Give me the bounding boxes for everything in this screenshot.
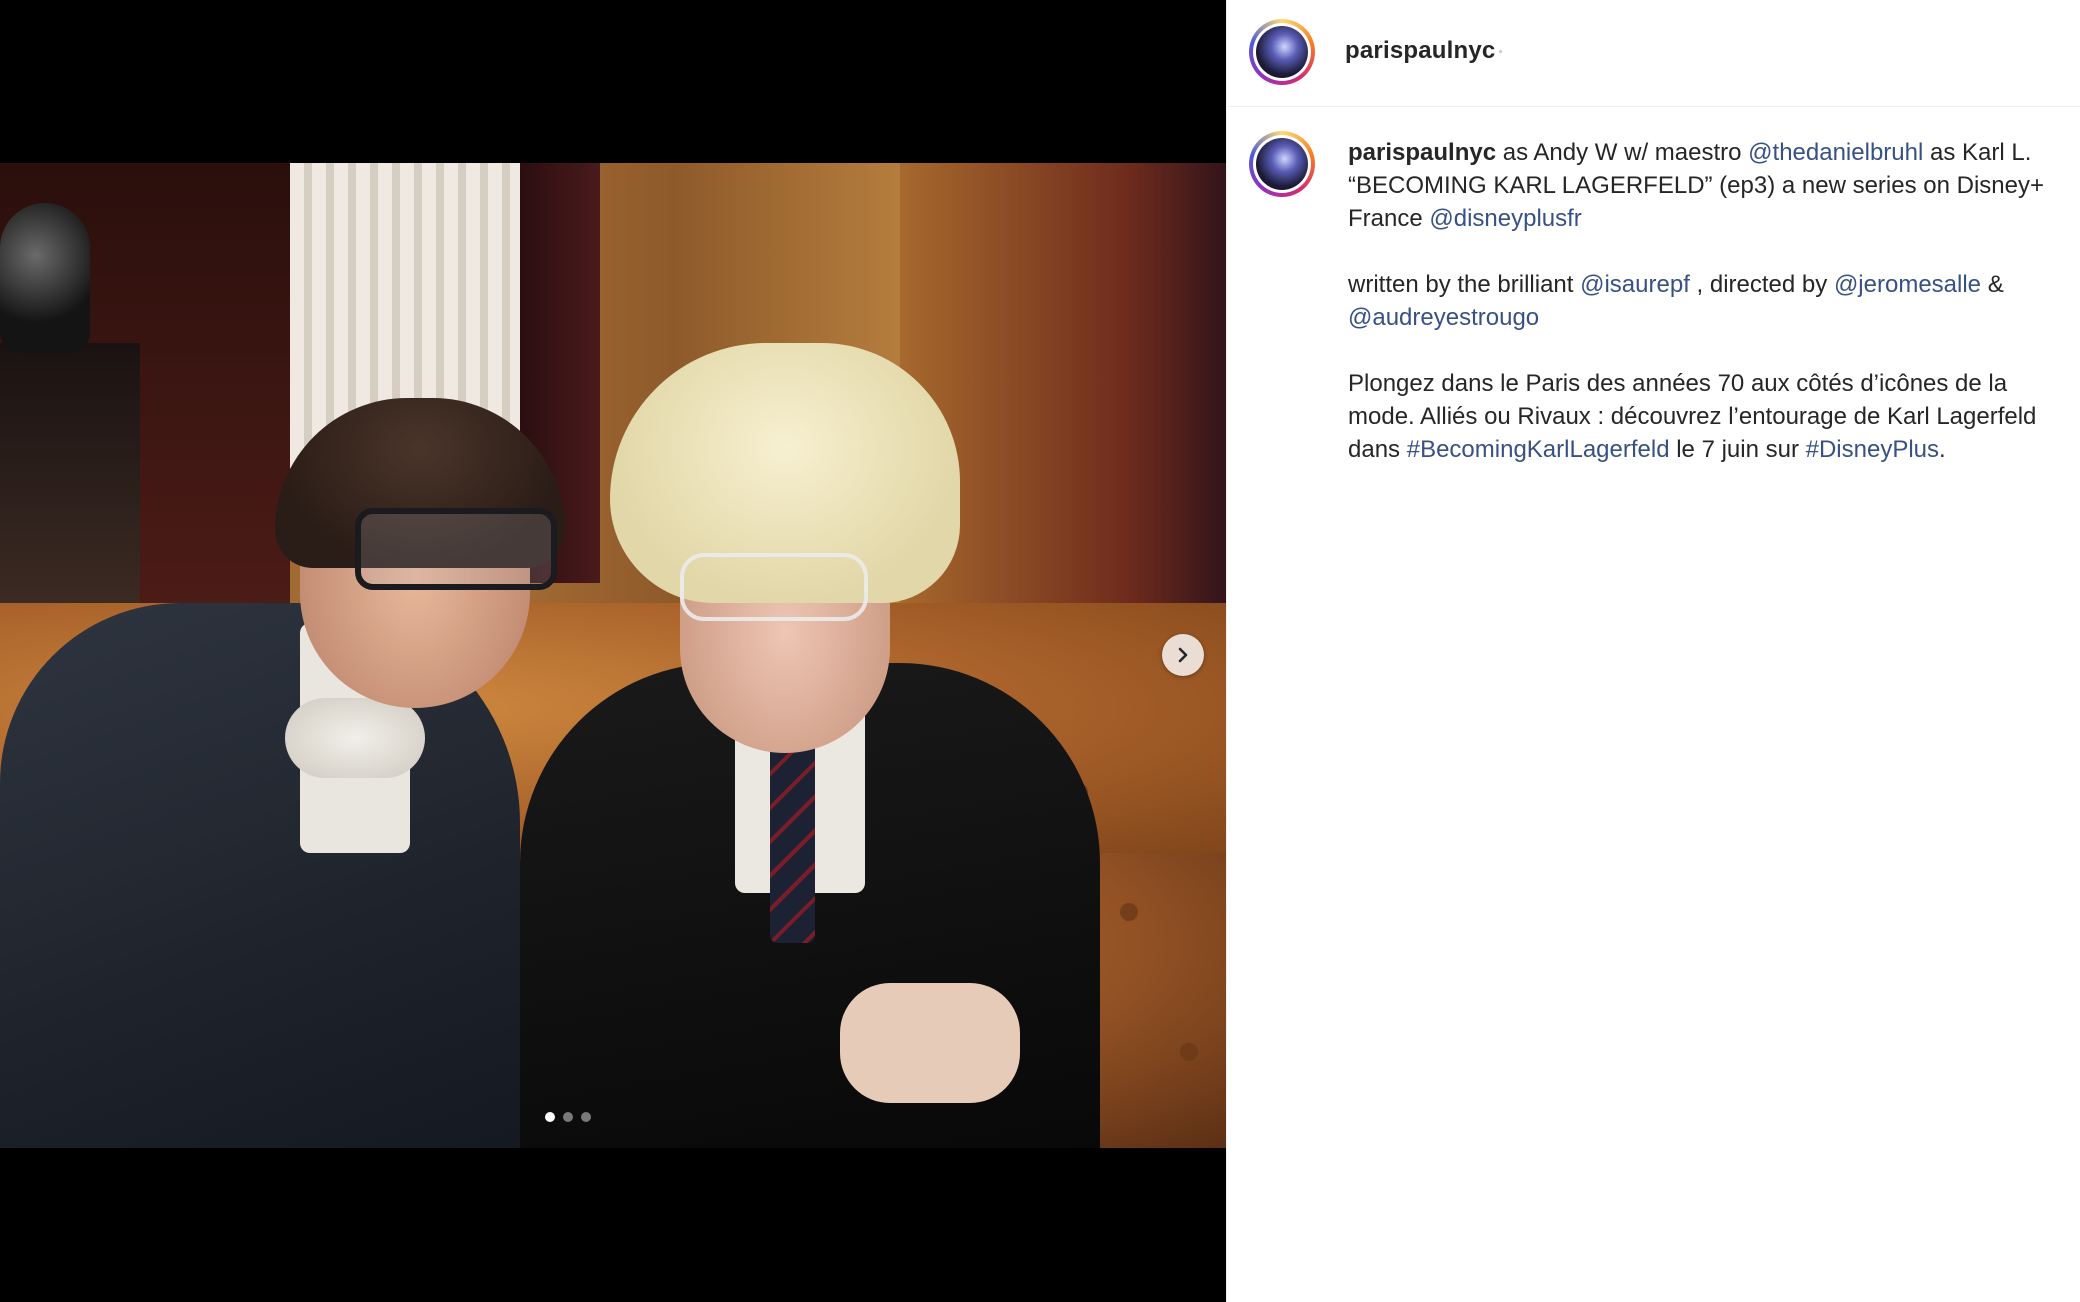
caption-username[interactable]: parispaulnyc (1348, 139, 1496, 166)
photo-shelf (0, 343, 140, 603)
caption-avatar[interactable] (1249, 131, 1315, 197)
carousel-indicator (545, 1112, 591, 1122)
post-media (0, 0, 1226, 1302)
hashtag-link[interactable]: #BecomingKarlLagerfeld (1407, 436, 1670, 463)
chevron-right-icon (1178, 647, 1188, 663)
caption-paragraph: parispaulnyc as Andy W w/ maestro @theda… (1348, 136, 2068, 235)
mention-link[interactable]: @audreyestrougo (1348, 304, 1539, 331)
photo-vase (0, 203, 90, 353)
carousel-dot (545, 1112, 555, 1122)
avatar[interactable] (1249, 19, 1315, 85)
avatar-ring (1253, 23, 1311, 81)
photo-sofa-tuft (1120, 903, 1138, 921)
caption-text-run: & (1981, 271, 2004, 298)
post-photo[interactable] (0, 163, 1226, 1148)
photo-bow-tie (285, 698, 425, 778)
caption-paragraph: Plongez dans le Paris des années 70 aux … (1348, 367, 2068, 466)
photo-tie (770, 723, 815, 943)
carousel-dot (563, 1112, 573, 1122)
mention-link[interactable]: @isaurepf (1580, 271, 1690, 298)
post-side-panel: parispaulnyc parispaulnyc as Andy W w/ m… (1226, 0, 2080, 1302)
caption-paragraph: written by the brilliant @isaurepf , dir… (1348, 268, 2068, 334)
photo-glasses-left (355, 508, 557, 590)
caption-text-run: le 7 juin sur (1669, 436, 1806, 463)
photo-sofa-tuft (1180, 1043, 1198, 1061)
mention-link[interactable]: @jeromesalle (1834, 271, 1981, 298)
profile-avatar-icon (1256, 138, 1308, 190)
caption-text-run: written by the brilliant (1348, 271, 1581, 298)
hashtag-link[interactable]: #DisneyPlus (1806, 436, 1939, 463)
carousel-dot (581, 1112, 591, 1122)
avatar-ring (1253, 135, 1311, 193)
mention-link[interactable]: @disneyplusfr (1429, 205, 1581, 232)
caption-text-run: , directed by (1689, 271, 1834, 298)
caption-text-run: as Andy W w/ maestro (1496, 139, 1749, 166)
profile-avatar-icon (1256, 26, 1308, 78)
next-slide-button[interactable] (1162, 634, 1204, 676)
mention-link[interactable]: @thedanielbruhl (1748, 139, 1923, 166)
more-dot (1499, 50, 1502, 53)
photo-hands (840, 983, 1020, 1103)
photo-glasses-right (680, 553, 868, 621)
caption-text: parispaulnyc as Andy W w/ maestro @theda… (1348, 136, 2068, 466)
header-username[interactable]: parispaulnyc (1345, 37, 1495, 65)
caption-text-run: . (1939, 436, 1946, 463)
post-header: parispaulnyc (1227, 0, 2080, 107)
